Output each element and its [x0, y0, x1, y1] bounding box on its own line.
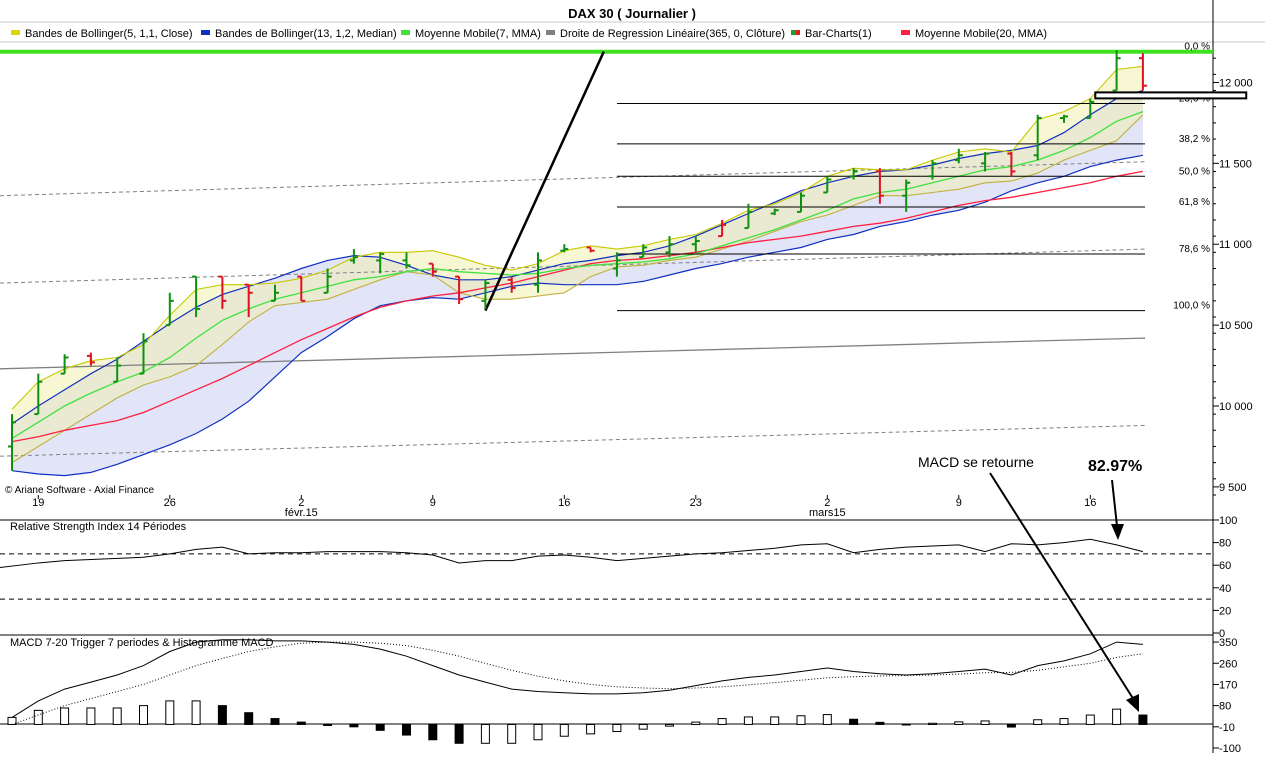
legend-swatch — [11, 30, 20, 35]
x-month-label: févr.15 — [285, 507, 318, 519]
macd-histogram-bar — [665, 723, 674, 727]
x-tick-label: 16 — [1084, 497, 1096, 509]
macd-histogram-bar — [743, 716, 753, 725]
price-ytick-label: 11 500 — [1219, 158, 1252, 170]
macd-histogram-bar — [901, 723, 911, 726]
fibonacci-level-label: 78,6 % — [1179, 244, 1210, 255]
legend-swatch — [201, 30, 210, 35]
legend-item-label: Bandes de Bollinger(13, 1,2, Median) — [215, 28, 397, 40]
resistance-box — [1094, 91, 1248, 100]
legend-swatch — [546, 30, 555, 35]
macd-histogram-bar — [165, 700, 175, 725]
macd-histogram-bar — [796, 715, 806, 725]
macd-ytick-label: -10 — [1219, 722, 1235, 734]
macd-ytick-label: 350 — [1219, 637, 1237, 649]
price-ytick-label: 10 500 — [1219, 320, 1253, 332]
macd-histogram-bar — [1085, 714, 1095, 725]
price-ytick-label: 12 000 — [1219, 77, 1253, 89]
macd-histogram-bar — [139, 705, 148, 725]
legend-swatch — [901, 30, 910, 35]
macd-histogram-bar — [559, 723, 569, 737]
price-ytick-label: 10 000 — [1219, 401, 1253, 413]
macd-histogram-bar — [954, 721, 964, 725]
macd-ytick-label: 260 — [1219, 658, 1237, 670]
macd-histogram-bar — [349, 723, 359, 728]
rsi-ytick-label: 100 — [1219, 515, 1237, 527]
macd-histogram-bar — [1059, 718, 1069, 725]
macd-histogram-bar — [717, 718, 727, 725]
rsi-ytick-label: 80 — [1219, 538, 1231, 550]
x-tick-label: 19 — [32, 497, 44, 509]
legend-item-label: Bar-Charts(1) — [805, 28, 872, 40]
macd-histogram-bar — [244, 712, 254, 725]
macd-histogram-bar — [612, 723, 622, 733]
rsi-title: Relative Strength Index 14 Périodes — [10, 521, 187, 533]
fibonacci-level-label: 38,2 % — [1179, 134, 1210, 145]
rsi-annotation-text: 82.97% — [1088, 458, 1142, 475]
chart-svg: DAX 30 ( Journalier ) Bandes de Bollinger… — [0, 0, 1265, 755]
macd-histogram-bar — [1033, 719, 1043, 725]
legend-swatch — [796, 30, 800, 35]
x-month-label: mars15 — [809, 507, 846, 519]
macd-histogram-bar — [323, 723, 333, 726]
fibonacci-level-label: 100,0 % — [1173, 301, 1210, 312]
macd-histogram-bar — [270, 718, 280, 725]
macd-ytick-label: 170 — [1219, 679, 1237, 691]
macd-title: MACD 7-20 Trigger 7 periodes & Histogram… — [10, 637, 274, 649]
macd-histogram-bar — [770, 716, 780, 725]
macd-histogram-bar — [191, 700, 201, 725]
legend-swatch — [401, 30, 410, 35]
macd-histogram-bar — [217, 705, 227, 725]
legend-item-label: Moyenne Mobile(20, MMA) — [915, 28, 1047, 40]
macd-histogram-bar — [875, 721, 885, 725]
legend-item-label: Droite de Regression Linéaire(365, 0, Cl… — [560, 28, 785, 40]
x-tick-label: 16 — [558, 497, 570, 509]
rsi-ytick-label: 40 — [1219, 583, 1231, 595]
legend-item-label: Moyenne Mobile(7, MMA) — [415, 28, 541, 40]
fibonacci-level-label: 61,8 % — [1179, 197, 1210, 208]
macd-histogram-bar — [980, 720, 990, 725]
macd-histogram-bar — [507, 723, 517, 744]
macd-histogram-bar — [112, 707, 122, 725]
x-tick-label: 26 — [164, 497, 176, 509]
macd-histogram-bar — [638, 723, 648, 730]
macd-histogram-bar — [60, 707, 70, 725]
macd-histogram-bar — [849, 718, 859, 725]
copyright-text: © Ariane Software - Axial Finance — [5, 485, 155, 496]
dax-chart: DAX 30 ( Journalier ) Bandes de Bollinger… — [0, 0, 1265, 755]
macd-histogram-bar — [691, 721, 701, 725]
macd-ytick-label: -100 — [1219, 743, 1241, 753]
macd-annotation-text: MACD se retourne — [918, 454, 1034, 470]
macd-histogram-bar — [86, 707, 96, 725]
price-ytick-label: 11 000 — [1219, 239, 1252, 251]
fibonacci-level-label: 50,0 % — [1179, 166, 1210, 177]
macd-histogram-bar — [33, 709, 43, 725]
legend-item-label: Bandes de Bollinger(5, 1,1, Close) — [25, 28, 193, 40]
price-ytick-label: 9 500 — [1219, 482, 1247, 494]
macd-histogram-bar — [480, 723, 490, 744]
macd-histogram-bar — [428, 723, 438, 741]
fibonacci-level-label: 0,0 % — [1184, 42, 1210, 53]
macd-histogram-bar — [375, 723, 385, 731]
macd-histogram-bar — [928, 722, 937, 725]
macd-ytick-label: 80 — [1219, 701, 1231, 713]
macd-histogram-bar — [822, 714, 832, 725]
macd-histogram-bar — [454, 723, 464, 744]
rsi-ytick-label: 60 — [1219, 560, 1231, 572]
macd-histogram-bar — [1006, 723, 1016, 728]
chart-title: DAX 30 ( Journalier ) — [568, 6, 696, 21]
x-tick-label: 9 — [956, 497, 962, 509]
macd-histogram-bar — [1112, 708, 1122, 725]
macd-histogram-bar — [296, 721, 306, 725]
macd-histogram-bar — [586, 723, 596, 735]
rsi-ytick-label: 20 — [1219, 605, 1231, 617]
macd-histogram-bar — [402, 723, 411, 736]
x-tick-label: 23 — [690, 497, 702, 509]
x-tick-label: 9 — [430, 497, 436, 509]
macd-histogram-bar — [1138, 714, 1148, 725]
macd-histogram-bar — [533, 723, 543, 741]
